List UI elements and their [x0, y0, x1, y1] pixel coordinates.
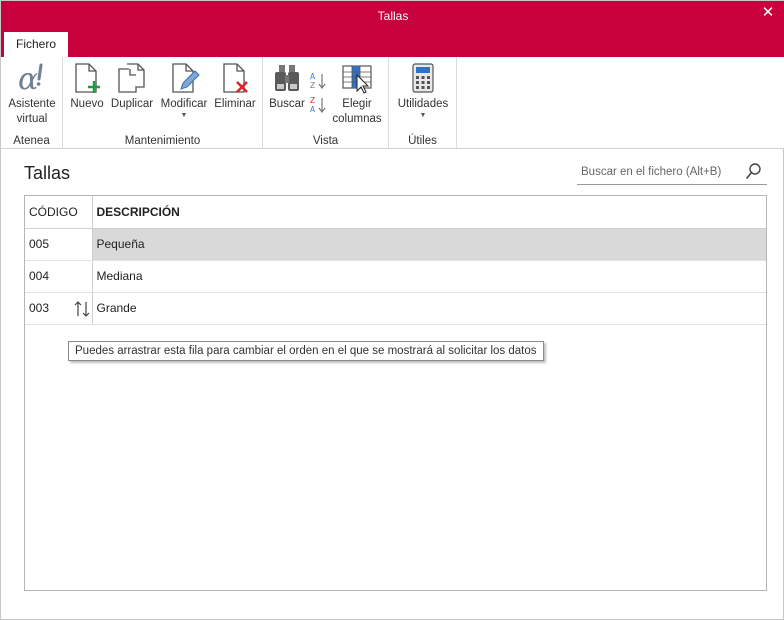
group-label-mantenimiento: Mantenimiento	[124, 135, 201, 147]
utilidades-button[interactable]: Utilidades ▼	[393, 61, 453, 120]
ribbon: α Asistente virtual Atenea Nuevo Duplica…	[1, 57, 784, 149]
cell-code[interactable]: 004	[25, 260, 93, 293]
buscar-label: Buscar	[269, 98, 305, 110]
elegir-columnas-label: Elegir columnas	[332, 98, 382, 125]
search-box	[577, 159, 767, 185]
ribbon-group-atenea: α Asistente virtual Atenea	[1, 57, 63, 149]
ribbon-group-utiles: Utilidades ▼ Útiles	[389, 57, 457, 149]
cell-description[interactable]: Grande	[92, 292, 766, 325]
svg-text:Z: Z	[310, 81, 315, 90]
chevron-down-icon: ▼	[419, 112, 427, 119]
sort-ascending-button[interactable]: A Z	[308, 71, 328, 93]
edit-file-icon	[172, 63, 200, 93]
window-title: Tallas	[377, 9, 409, 23]
modificar-button[interactable]: Modificar ▼	[158, 61, 210, 120]
data-grid: CÓDIGO DESCRIPCIÓN 005 Pequeña 004 Media…	[24, 195, 767, 591]
cell-code: 003	[29, 301, 50, 315]
duplicar-button[interactable]: Duplicar	[108, 61, 156, 112]
cell-code-drag[interactable]: 003	[25, 292, 93, 325]
cell-code[interactable]: 005	[25, 228, 93, 261]
table-row[interactable]: 004 Mediana	[25, 260, 766, 293]
eliminar-label: Eliminar	[214, 98, 256, 110]
ribbon-group-vista: Buscar A Z Z A Elegir columnas Vista	[263, 57, 389, 149]
title-bar: Tallas ✕ Fichero	[1, 1, 784, 57]
column-header-descripcion[interactable]: DESCRIPCIÓN	[92, 196, 766, 229]
alpha-icon: α	[18, 62, 43, 95]
elegir-columnas-button[interactable]: Elegir columnas	[329, 61, 385, 127]
delete-file-icon	[223, 63, 248, 93]
nuevo-label: Nuevo	[70, 98, 104, 110]
duplicate-icon	[118, 63, 145, 93]
app-window: Tallas ✕ Fichero α Asistente virtual Ate…	[0, 0, 784, 620]
choose-columns-icon	[342, 65, 372, 94]
group-label-vista: Vista	[312, 135, 339, 147]
close-button[interactable]: ✕	[759, 4, 777, 22]
svg-text:Z: Z	[310, 96, 315, 105]
grid-header-row: CÓDIGO DESCRIPCIÓN	[25, 196, 766, 229]
drag-reorder-icon[interactable]	[73, 300, 91, 318]
duplicar-label: Duplicar	[110, 98, 154, 110]
svg-text:α: α	[18, 62, 38, 95]
column-header-codigo[interactable]: CÓDIGO	[25, 196, 93, 229]
calculator-icon	[412, 63, 434, 93]
eliminar-button[interactable]: Eliminar	[213, 61, 257, 112]
close-icon: ✕	[761, 4, 775, 21]
ribbon-group-mantenimiento: Nuevo Duplicar Modificar ▼ Eliminar Mant…	[63, 57, 263, 149]
cell-description[interactable]: Mediana	[92, 260, 766, 293]
page-title: Tallas	[24, 163, 71, 183]
svg-text:A: A	[310, 105, 316, 114]
cell-description[interactable]: Pequeña	[92, 228, 766, 261]
table-row[interactable]: 003 Grande	[25, 292, 766, 325]
table-row[interactable]: 005 Pequeña	[25, 228, 766, 261]
search-icon[interactable]	[745, 162, 763, 180]
binoculars-icon	[275, 65, 299, 91]
group-label-utiles: Útiles	[408, 135, 437, 147]
utilidades-label: Utilidades	[397, 98, 449, 110]
sort-descending-button[interactable]: Z A	[308, 95, 328, 117]
modificar-label: Modificar	[160, 98, 208, 110]
svg-text:A: A	[310, 72, 316, 81]
group-label-atenea: Atenea	[13, 135, 50, 147]
asistente-virtual-label: Asistente virtual	[8, 98, 56, 125]
buscar-button[interactable]: Buscar	[267, 61, 307, 112]
search-input[interactable]	[581, 163, 741, 181]
nuevo-button[interactable]: Nuevo	[69, 61, 105, 112]
sort-za-icon: Z A	[310, 96, 326, 114]
chevron-down-icon: ▼	[180, 112, 188, 119]
tab-fichero[interactable]: Fichero	[4, 32, 68, 57]
drag-tooltip: Puedes arrastrar esta fila para cambiar …	[68, 341, 544, 361]
asistente-virtual-button[interactable]: α Asistente virtual	[6, 61, 58, 127]
sort-az-icon: A Z	[310, 72, 326, 90]
new-file-icon	[75, 63, 100, 93]
